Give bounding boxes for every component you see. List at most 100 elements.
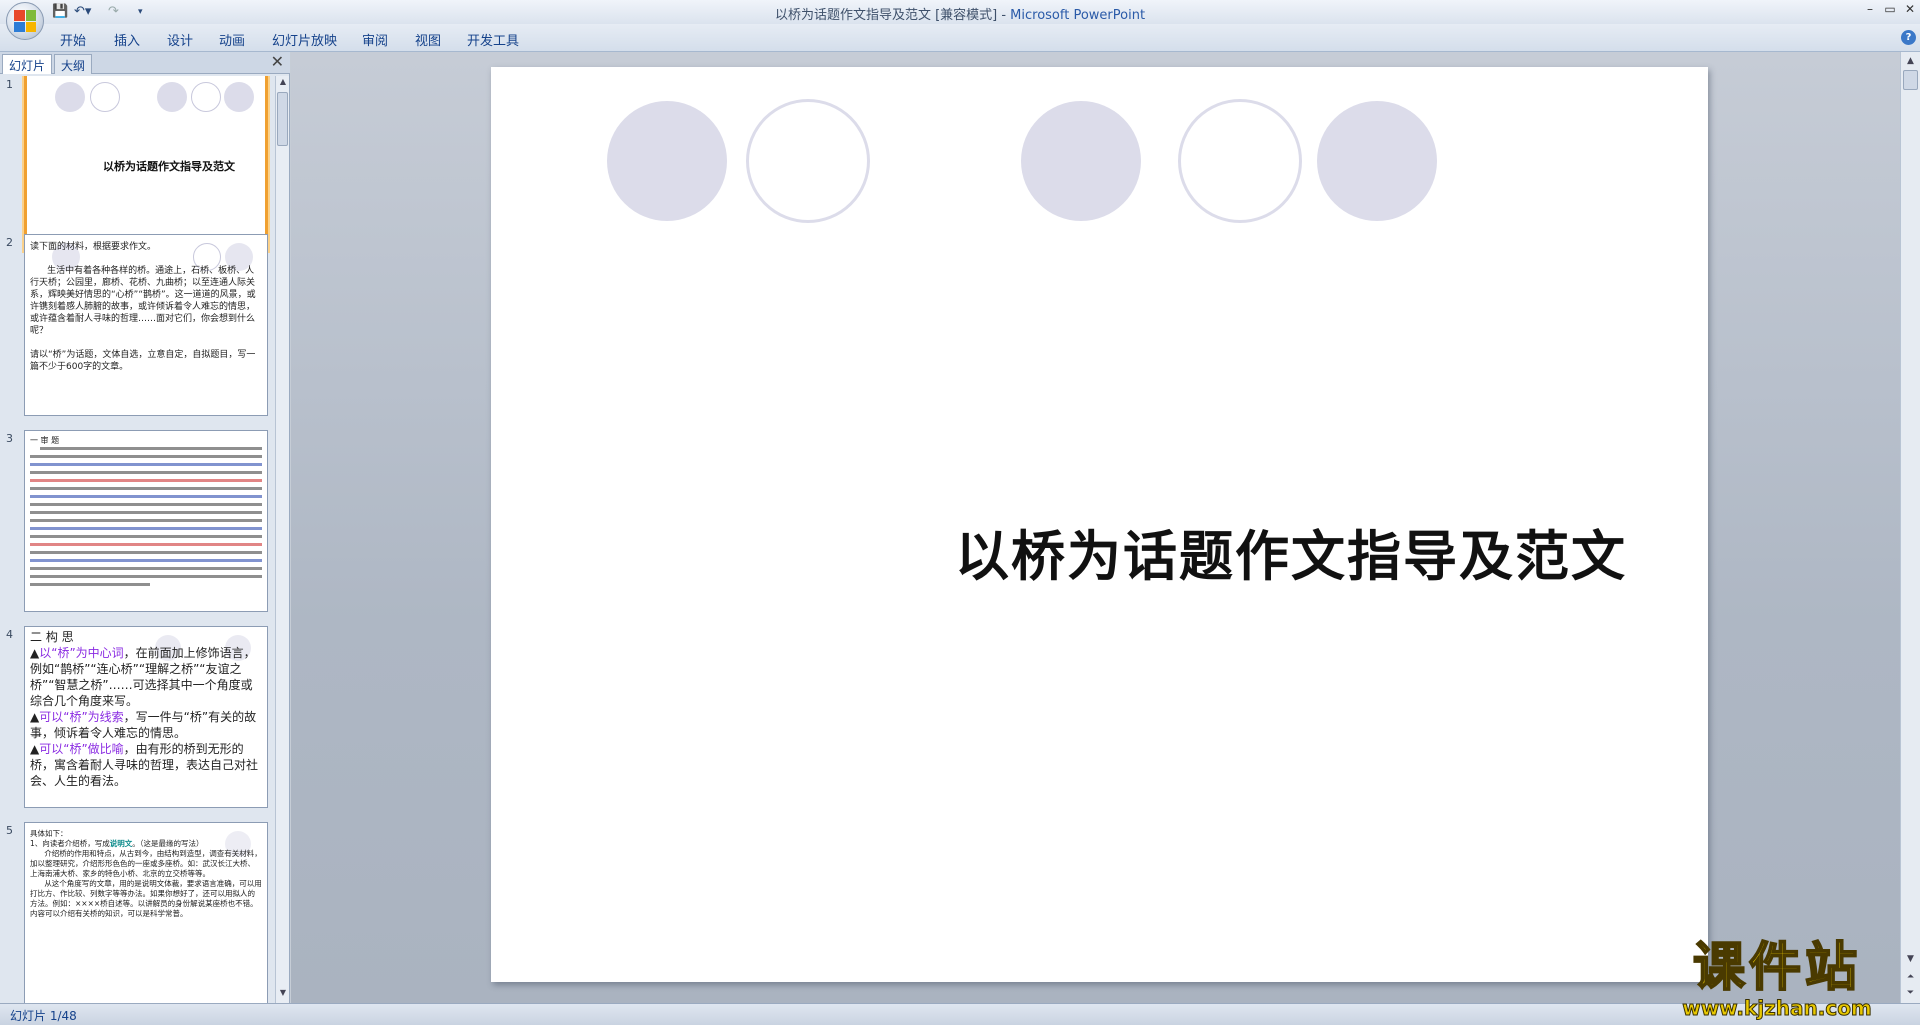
thumb4-bullet2-key: 可以“桥”为线索 — [39, 710, 124, 724]
text-line — [40, 447, 262, 450]
text-line — [30, 511, 262, 514]
thumbnail-number: 2 — [6, 236, 13, 249]
watermark-text: 课件站 — [1692, 938, 1861, 998]
slide-thumbnail-4[interactable]: 二 构 思 ▲以“桥”为中心词，在前面加上修饰语言，例如“鹊桥”“连心桥”“理解… — [24, 626, 268, 808]
tab-view[interactable]: 视图 — [415, 30, 441, 49]
decorative-circle — [157, 82, 187, 112]
ribbon-tab-bar: 开始 插入 设计 动画 幻灯片放映 审阅 视图 开发工具 ? — [0, 24, 1920, 52]
text-line — [30, 479, 262, 482]
thumb4-bullet3-key: 可以“桥”做比喻 — [39, 742, 124, 756]
decorative-circle — [55, 82, 85, 112]
thumb4-bullet1-mark: ▲ — [30, 646, 40, 660]
decorative-circle — [607, 101, 727, 221]
office-logo-icon — [14, 10, 36, 32]
tab-animations[interactable]: 动画 — [219, 30, 245, 49]
slide-thumbnail-1[interactable]: 以桥为话题作文指导及范文 — [24, 76, 268, 251]
title-bar: 💾 ↶▾ ↷ ▾ 以桥为话题作文指导及范文 [兼容模式] - Microsoft… — [0, 0, 1920, 40]
close-window-button[interactable]: ✕ — [1900, 0, 1920, 18]
thumbnail-number: 5 — [6, 824, 13, 837]
current-slide[interactable]: 以桥为话题作文指导及范文 — [491, 67, 1708, 982]
decorative-circle — [224, 82, 254, 112]
thumb4-bullet3-mark: ▲ — [30, 742, 40, 756]
tab-developer[interactable]: 开发工具 — [467, 30, 519, 49]
watermark-logo: 课件站 www.kjzhan.com — [1652, 938, 1902, 1023]
window-title-document: 以桥为话题作文指导及范文 [兼容模式] - — [774, 8, 1011, 23]
thumbnail-list: 1 以桥为话题作文指导及范文 2 读下面的材料，根据要求作文。 生活中有着各种各… — [0, 76, 276, 1003]
decorative-circle — [1021, 101, 1141, 221]
thumbnail-dense-text — [30, 447, 262, 597]
slide-thumbnail-2[interactable]: 读下面的材料，根据要求作文。 生活中有着各种各样的桥。通途上，石桥、板桥、人行天… — [24, 234, 268, 416]
tab-slideshow[interactable]: 幻灯片放映 — [272, 30, 337, 49]
text-line — [30, 487, 262, 490]
thumb5-line1c: 。（这是最缘的写法） — [132, 839, 204, 848]
scroll-down-icon[interactable]: ▼ — [1901, 951, 1920, 967]
text-line — [30, 495, 262, 498]
decorative-circle — [746, 99, 870, 223]
thumb4-bullet2-mark: ▲ — [30, 710, 40, 724]
text-line — [30, 583, 150, 586]
previous-slide-icon[interactable]: ⏶ — [1901, 969, 1920, 985]
slide-thumbnail-5[interactable]: 具体如下： 1、向读者介绍桥，写成说明文。（这是最缘的写法） 介绍桥的作用和特点… — [24, 822, 268, 1003]
thumbnail-body-text: 二 构 思 ▲以“桥”为中心词，在前面加上修饰语言，例如“鹊桥”“连心桥”“理解… — [30, 629, 262, 789]
thumbnail-body-text: 具体如下： 1、向读者介绍桥，写成说明文。（这是最缘的写法） 介绍桥的作用和特点… — [30, 829, 262, 919]
office-button[interactable] — [6, 2, 44, 40]
decorative-circle — [191, 82, 221, 112]
thumb4-heading: 二 构 思 — [30, 630, 74, 644]
thumb5-line1a: 1、向读者介绍桥，写成 — [30, 839, 110, 848]
dense-text-lines — [30, 447, 262, 586]
decorative-circle — [90, 82, 120, 112]
thumbnail-number: 4 — [6, 628, 13, 641]
thumb5-body: 介绍桥的作用和特点，从古到今，由结构到造型，调查有关材料，加以整理研究，介绍形形… — [30, 849, 262, 918]
thumbnail-title: 以桥为话题作文指导及范文 — [103, 160, 235, 173]
scrollbar-thumb[interactable] — [1903, 70, 1918, 90]
thumb5-head: 具体如下： — [30, 829, 68, 838]
decorative-circle — [1317, 101, 1437, 221]
tab-review[interactable]: 审阅 — [362, 30, 388, 49]
pane-tabs: 幻灯片 大纲 ✕ — [0, 52, 290, 74]
slides-pane: 幻灯片 大纲 ✕ 1 以桥为话题作文指导及范文 2 读下面的材料，根据要求作文。… — [0, 52, 290, 1003]
window-title: 以桥为话题作文指导及范文 [兼容模式] - Microsoft PowerPoi… — [0, 4, 1920, 23]
thumb5-line1b: 说明文 — [109, 839, 133, 848]
slide-counter: 幻灯片 1/48 — [10, 1009, 77, 1023]
text-line — [30, 535, 262, 538]
scrollbar-thumb[interactable] — [277, 92, 288, 146]
thumbnail-heading: 一 审 题 — [30, 436, 60, 445]
text-line — [30, 455, 262, 458]
text-line — [30, 463, 262, 466]
text-line — [30, 471, 262, 474]
thumbnail-scrollbar[interactable]: ▲ ▼ — [275, 76, 289, 1003]
status-bar: 幻灯片 1/48 — [0, 1003, 1920, 1025]
thumbnail-number: 1 — [6, 78, 13, 91]
tab-design[interactable]: 设计 — [167, 30, 193, 49]
slide-editing-area: 以桥为话题作文指导及范文 — [291, 52, 1900, 1003]
close-pane-icon[interactable]: ✕ — [271, 54, 284, 70]
restore-button[interactable]: ▭ — [1880, 0, 1900, 18]
scroll-up-icon[interactable]: ▲ — [1901, 53, 1920, 69]
minimize-button[interactable]: – — [1860, 0, 1880, 18]
text-line — [30, 575, 262, 578]
scroll-down-icon[interactable]: ▼ — [276, 988, 290, 1002]
text-line — [30, 551, 262, 554]
slide-title[interactable]: 以桥为话题作文指导及范文 — [911, 512, 1671, 591]
text-line — [30, 503, 262, 506]
thumbnail-number: 3 — [6, 432, 13, 445]
text-line — [30, 559, 262, 562]
text-line — [30, 527, 262, 530]
tab-insert[interactable]: 插入 — [114, 30, 140, 49]
text-line — [30, 567, 262, 570]
watermark-url: www.kjzhan.com — [1682, 996, 1873, 1020]
tab-home[interactable]: 开始 — [60, 30, 86, 49]
tab-outline[interactable]: 大纲 — [54, 54, 93, 74]
text-line — [30, 543, 262, 546]
help-icon[interactable]: ? — [1901, 30, 1916, 45]
thumb4-bullet1-key: 以“桥”为中心词 — [39, 646, 124, 660]
window-title-app: Microsoft PowerPoint — [1010, 8, 1146, 23]
tab-slides[interactable]: 幻灯片 — [2, 54, 53, 74]
scroll-up-icon[interactable]: ▲ — [276, 77, 290, 91]
slide-scrollbar[interactable]: ▲ ▼ ⏶ ⏷ — [1900, 52, 1920, 1003]
decorative-circle — [1178, 99, 1302, 223]
slide-thumbnail-3[interactable]: 一 审 题 — [24, 430, 268, 612]
next-slide-icon[interactable]: ⏷ — [1901, 985, 1920, 1001]
text-line — [30, 519, 262, 522]
thumbnail-body-text: 读下面的材料，根据要求作文。 生活中有着各种各样的桥。通途上，石桥、板桥、人行天… — [30, 242, 256, 372]
